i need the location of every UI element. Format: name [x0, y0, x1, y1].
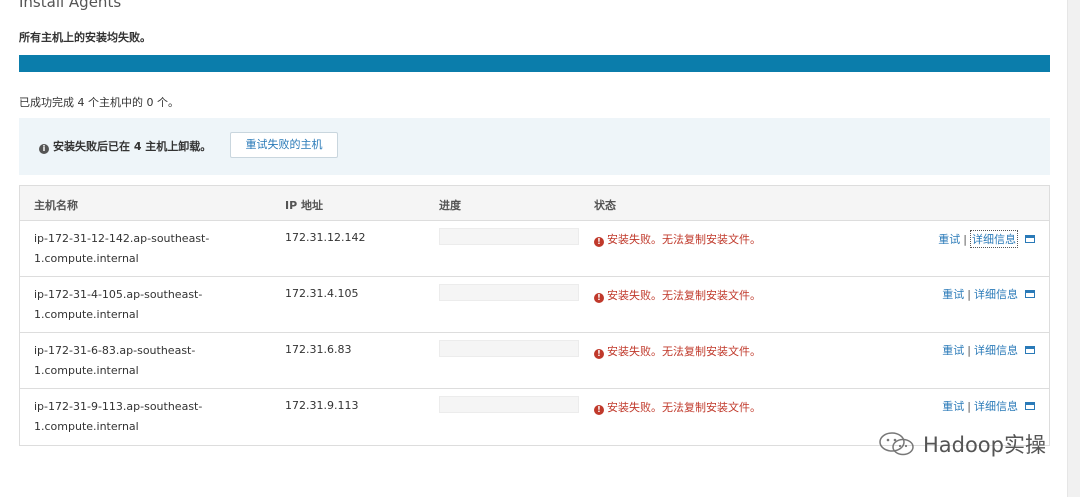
host-name: ip-172-31-9-113.ap-southeast- 1.compute.… [34, 397, 244, 437]
watermark-text: Hadoop实操 [922, 433, 1046, 457]
wechat-icon [879, 432, 914, 456]
open-window-icon[interactable] [1025, 235, 1035, 243]
watermark: Hadoop实操 [877, 429, 1046, 459]
retry-link[interactable]: 重试 [938, 231, 960, 247]
column-header-ip: IP 地址 [285, 199, 323, 212]
separator: | [967, 287, 971, 301]
error-icon: ! [594, 237, 604, 247]
details-link[interactable]: 详细信息 [974, 398, 1018, 414]
overall-progress-bar [19, 55, 1050, 72]
column-header-status: 状态 [594, 199, 616, 212]
separator: | [967, 399, 971, 413]
hosts-table: 主机名称 IP 地址 进度 状态 ip-172-31-12-142.ap-sou… [19, 185, 1050, 446]
row-actions: 重试 | 详细信息 [942, 342, 1035, 358]
host-status: ! 安装失败。无法复制安装文件。 [594, 231, 761, 247]
error-icon: ! [594, 349, 604, 359]
host-name-line2: 1.compute.internal [34, 308, 139, 321]
page-title: Install Agents [19, 0, 122, 11]
row-actions: 重试 | 详细信息 [938, 230, 1035, 248]
error-icon: ! [594, 293, 604, 303]
details-link[interactable]: 详细信息 [974, 286, 1018, 302]
host-name-line1: ip-172-31-12-142.ap-southeast- [34, 232, 210, 245]
host-status: ! 安装失败。无法复制安装文件。 [594, 287, 761, 303]
host-name-line1: ip-172-31-4-105.ap-southeast- [34, 288, 203, 301]
host-status-text: 安装失败。无法复制安装文件。 [607, 233, 761, 246]
retry-failed-hosts-button[interactable]: 重试失败的主机 [230, 132, 338, 158]
host-status-text: 安装失败。无法复制安装文件。 [607, 289, 761, 302]
host-status: ! 安装失败。无法复制安装文件。 [594, 399, 761, 415]
row-actions: 重试 | 详细信息 [942, 286, 1035, 302]
separator: | [967, 343, 971, 357]
table-row: ip-172-31-12-142.ap-southeast- 1.compute… [20, 221, 1049, 277]
host-name: ip-172-31-6-83.ap-southeast- 1.compute.i… [34, 341, 244, 381]
info-icon: i [39, 144, 49, 154]
host-status-text: 安装失败。无法复制安装文件。 [607, 345, 761, 358]
retry-link[interactable]: 重试 [942, 342, 964, 358]
host-name-line2: 1.compute.internal [34, 252, 139, 265]
host-progress-bar [439, 396, 579, 413]
open-window-icon[interactable] [1025, 290, 1035, 298]
vertical-scrollbar[interactable] [1067, 0, 1080, 497]
host-status-text: 安装失败。无法复制安装文件。 [607, 401, 761, 414]
host-name: ip-172-31-4-105.ap-southeast- 1.compute.… [34, 285, 244, 325]
host-ip: 172.31.6.83 [285, 343, 352, 356]
table-header: 主机名称 IP 地址 进度 状态 [20, 186, 1049, 221]
host-progress-bar [439, 228, 579, 245]
host-name: ip-172-31-12-142.ap-southeast- 1.compute… [34, 229, 244, 269]
host-status: ! 安装失败。无法复制安装文件。 [594, 343, 761, 359]
open-window-icon[interactable] [1025, 402, 1035, 410]
details-link[interactable]: 详细信息 [974, 342, 1018, 358]
table-row: ip-172-31-6-83.ap-southeast- 1.compute.i… [20, 333, 1049, 389]
retry-link[interactable]: 重试 [942, 398, 964, 414]
host-name-line2: 1.compute.internal [34, 364, 139, 377]
table-row: ip-172-31-4-105.ap-southeast- 1.compute.… [20, 277, 1049, 333]
column-header-progress: 进度 [439, 199, 461, 212]
alert-text: 安装失败后已在 4 主机上卸载。 [53, 140, 212, 153]
details-link[interactable]: 详细信息 [970, 230, 1018, 248]
separator: | [963, 232, 967, 246]
completed-count-text: 已成功完成 4 个主机中的 0 个。 [19, 96, 179, 109]
host-progress-bar [439, 284, 579, 301]
install-summary: 所有主机上的安装均失败。 [19, 31, 151, 44]
error-icon: ! [594, 405, 604, 415]
column-header-host: 主机名称 [34, 199, 78, 212]
host-progress-bar [439, 340, 579, 357]
uninstall-alert: i 安装失败后已在 4 主机上卸载。 重试失败的主机 [19, 118, 1050, 175]
host-name-line2: 1.compute.internal [34, 420, 139, 433]
retry-link[interactable]: 重试 [942, 286, 964, 302]
host-name-line1: ip-172-31-6-83.ap-southeast- [34, 344, 196, 357]
alert-message: i 安装失败后已在 4 主机上卸载。 [39, 138, 211, 154]
host-ip: 172.31.9.113 [285, 399, 359, 412]
host-name-line1: ip-172-31-9-113.ap-southeast- [34, 400, 203, 413]
host-ip: 172.31.12.142 [285, 231, 366, 244]
open-window-icon[interactable] [1025, 346, 1035, 354]
host-ip: 172.31.4.105 [285, 287, 359, 300]
row-actions: 重试 | 详细信息 [942, 398, 1035, 414]
